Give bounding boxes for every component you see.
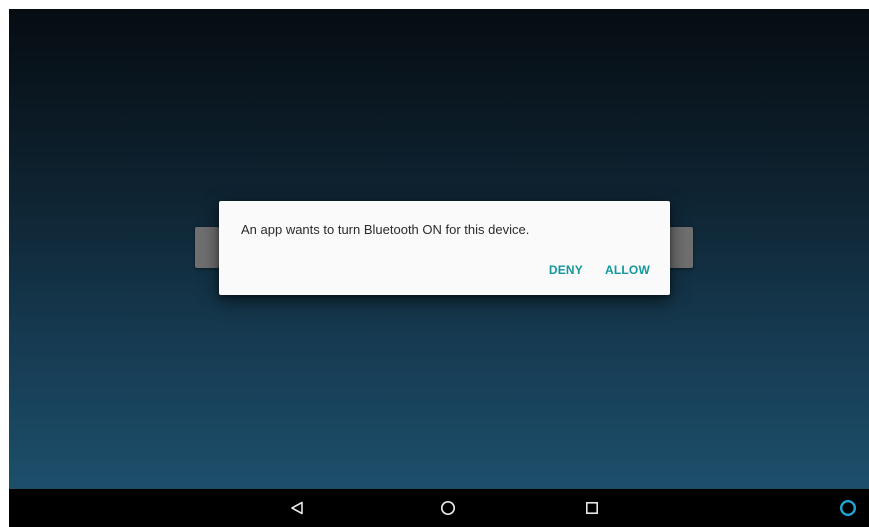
allow-button[interactable]: ALLOW bbox=[605, 263, 650, 277]
dialog-message: An app wants to turn Bluetooth ON for th… bbox=[241, 222, 530, 237]
recents-square-icon bbox=[585, 501, 598, 514]
background-card-left bbox=[195, 227, 219, 268]
back-triangle-icon bbox=[291, 501, 303, 515]
home-button[interactable] bbox=[428, 489, 468, 527]
deny-button[interactable]: DENY bbox=[549, 263, 583, 277]
back-button[interactable] bbox=[277, 489, 317, 527]
alexa-button[interactable] bbox=[828, 489, 868, 527]
background-card-right bbox=[669, 227, 693, 268]
recents-button[interactable] bbox=[572, 489, 612, 527]
home-circle-icon bbox=[440, 500, 456, 516]
bluetooth-permission-dialog: An app wants to turn Bluetooth ON for th… bbox=[219, 201, 670, 295]
dialog-actions: DENY ALLOW bbox=[549, 263, 650, 277]
alexa-ring-icon bbox=[839, 499, 857, 517]
device-screen: An app wants to turn Bluetooth ON for th… bbox=[9, 9, 869, 527]
navigation-bar bbox=[9, 489, 869, 527]
